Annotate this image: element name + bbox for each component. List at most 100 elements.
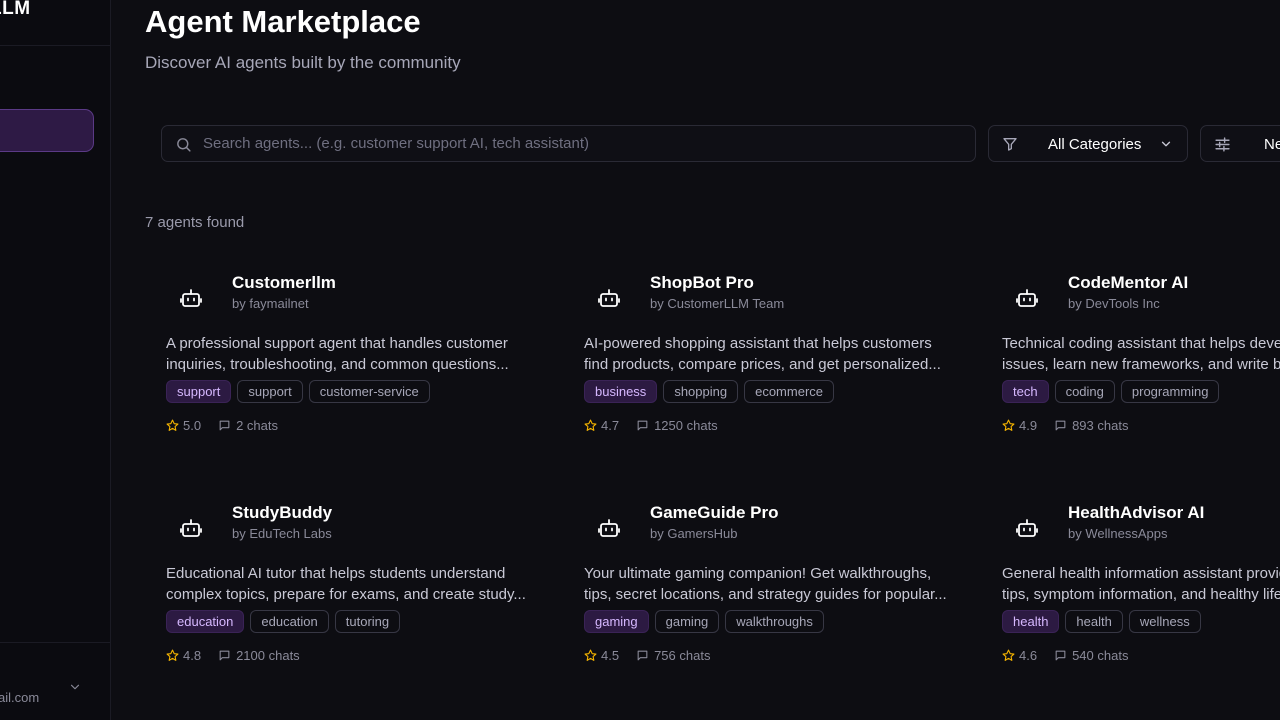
page-title: Agent Marketplace <box>145 4 421 39</box>
star-icon <box>1002 649 1015 661</box>
star-icon <box>166 419 179 431</box>
agent-name[interactable]: HealthAdvisor AI <box>1068 503 1204 523</box>
category-select-value: All Categories <box>1048 136 1142 153</box>
agent-chat-count: 893 chats <box>1072 418 1129 433</box>
star-icon <box>1002 419 1015 431</box>
agent-tags: health health wellness <box>1002 610 1201 633</box>
agent-description: Educational AI tutor that helps students… <box>166 563 556 605</box>
agent-description-line: General health information assistant pro… <box>1002 565 1280 582</box>
brand-logo[interactable]: LLM <box>0 0 31 20</box>
tag-chip[interactable]: health <box>1065 610 1123 633</box>
agent-card[interactable]: ShopBot Pro by CustomerLLM Team AI-powered… <box>584 273 974 473</box>
tag-chip[interactable]: programming <box>1120 380 1220 403</box>
agent-description: Technical coding assistant that helps de… <box>1002 333 1280 375</box>
agent-description-line: A professional support agent that handle… <box>166 335 508 352</box>
agent-chat-count: 1250 chats <box>654 418 718 433</box>
chevron-down-icon <box>1161 141 1171 147</box>
sidebar-divider <box>0 45 111 46</box>
bot-icon <box>598 519 620 537</box>
category-badge[interactable]: business <box>584 380 658 403</box>
agent-description-line: Technical coding assistant that helps de… <box>1002 335 1280 352</box>
search-icon <box>177 138 191 152</box>
bot-icon <box>598 289 620 307</box>
category-select[interactable]: All Categories <box>988 125 1188 162</box>
agent-description-line: tips, secret locations, and strategy gui… <box>584 586 947 603</box>
filter-icon <box>1003 138 1017 151</box>
results-count: 7 agents found <box>145 214 245 231</box>
chat-icon <box>637 650 648 661</box>
tag-chip[interactable]: wellness <box>1128 610 1201 633</box>
tag-chip[interactable]: customer-service <box>308 380 430 403</box>
agent-name[interactable]: CodeMentor AI <box>1068 273 1188 293</box>
agent-description: AI-powered shopping assistant that helps… <box>584 333 974 375</box>
agent-chat-count: 540 chats <box>1072 648 1129 663</box>
agent-author: by WellnessApps <box>1068 526 1168 541</box>
agent-description-line: tips, symptom information, and healthy l… <box>1002 586 1280 603</box>
tag-chip[interactable]: support <box>237 380 303 403</box>
agent-tags: education education tutoring <box>166 610 401 633</box>
agent-stats: 4.8 2100 chats <box>166 648 300 663</box>
agent-name[interactable]: Customerllm <box>232 273 336 293</box>
agent-avatar <box>1002 273 1052 323</box>
bot-icon <box>1016 289 1038 307</box>
bot-icon <box>1016 519 1038 537</box>
agent-name[interactable]: ShopBot Pro <box>650 273 754 293</box>
agent-card[interactable]: StudyBuddy by EduTech Labs Educational AI … <box>166 503 556 703</box>
agent-description: A professional support agent that handle… <box>166 333 556 375</box>
agent-author: by EduTech Labs <box>232 526 332 541</box>
agent-description: General health information assistant pro… <box>1002 563 1280 605</box>
agent-card[interactable]: GameGuide Pro by GamersHub Your ultimate g… <box>584 503 974 703</box>
agent-name[interactable]: StudyBuddy <box>232 503 332 523</box>
agent-description: Your ultimate gaming companion! Get walk… <box>584 563 974 605</box>
agent-rating: 4.7 <box>601 418 620 433</box>
category-badge[interactable]: gaming <box>584 610 649 633</box>
category-badge[interactable]: support <box>166 380 232 403</box>
agent-card[interactable]: Customerllm by faymailnet A professional s… <box>166 273 556 473</box>
chevron-down-icon[interactable] <box>68 680 82 694</box>
tag-chip[interactable]: ecommerce <box>744 380 835 403</box>
star-icon <box>584 419 597 431</box>
tag-chip[interactable]: shopping <box>663 380 739 403</box>
agent-description-line: complex topics, prepare for exams, and c… <box>166 586 526 603</box>
category-badge[interactable]: tech <box>1002 380 1049 403</box>
sort-select[interactable]: Ne <box>1200 125 1280 162</box>
agent-tags: support support customer-service <box>166 380 430 403</box>
agent-avatar <box>584 273 634 323</box>
chat-icon <box>637 420 648 431</box>
agent-author: by faymailnet <box>232 296 309 311</box>
agent-author: by DevTools Inc <box>1068 296 1160 311</box>
sliders-icon <box>1215 137 1230 152</box>
sidebar-item-active[interactable] <box>0 109 94 152</box>
user-email[interactable]: ail.com <box>0 690 39 705</box>
agent-rating: 4.8 <box>183 648 202 663</box>
agent-avatar <box>584 503 634 553</box>
category-badge[interactable]: health <box>1002 610 1060 633</box>
agent-tags: gaming gaming walkthroughs <box>584 610 824 633</box>
agent-description-line: Your ultimate gaming companion! Get walk… <box>584 565 932 582</box>
tag-chip[interactable]: tutoring <box>334 610 401 633</box>
agent-name[interactable]: GameGuide Pro <box>650 503 778 523</box>
category-badge[interactable]: education <box>166 610 245 633</box>
sidebar: LLM ail.com <box>0 0 111 720</box>
agent-author: by CustomerLLM Team <box>650 296 785 311</box>
agent-description-line: issues, learn new frameworks, and write … <box>1002 356 1280 373</box>
marketplace-page: LLM ail.com Agent Marketplace Discover A… <box>0 0 1280 720</box>
agent-stats: 4.7 1250 chats <box>584 418 718 433</box>
agent-rating: 4.6 <box>1019 648 1038 663</box>
agent-chat-count: 2 chats <box>236 418 278 433</box>
tag-chip[interactable]: gaming <box>654 610 720 633</box>
search-input[interactable] <box>203 126 963 161</box>
agent-rating: 4.9 <box>1019 418 1038 433</box>
tag-chip[interactable]: coding <box>1054 380 1115 403</box>
agent-description-line: find products, compare prices, and get p… <box>584 356 941 373</box>
star-icon <box>166 649 179 661</box>
agent-card[interactable]: HealthAdvisor AI by WellnessApps General h… <box>1002 503 1280 703</box>
search-box[interactable] <box>161 125 976 162</box>
agent-card[interactable]: CodeMentor AI by DevTools Inc Technical co… <box>1002 273 1280 473</box>
sort-select-value: Ne <box>1264 136 1280 153</box>
agent-avatar <box>166 503 216 553</box>
chat-icon <box>219 420 230 431</box>
tag-chip[interactable]: education <box>250 610 329 633</box>
tag-chip[interactable]: walkthroughs <box>725 610 824 633</box>
agent-rating: 5.0 <box>183 418 202 433</box>
